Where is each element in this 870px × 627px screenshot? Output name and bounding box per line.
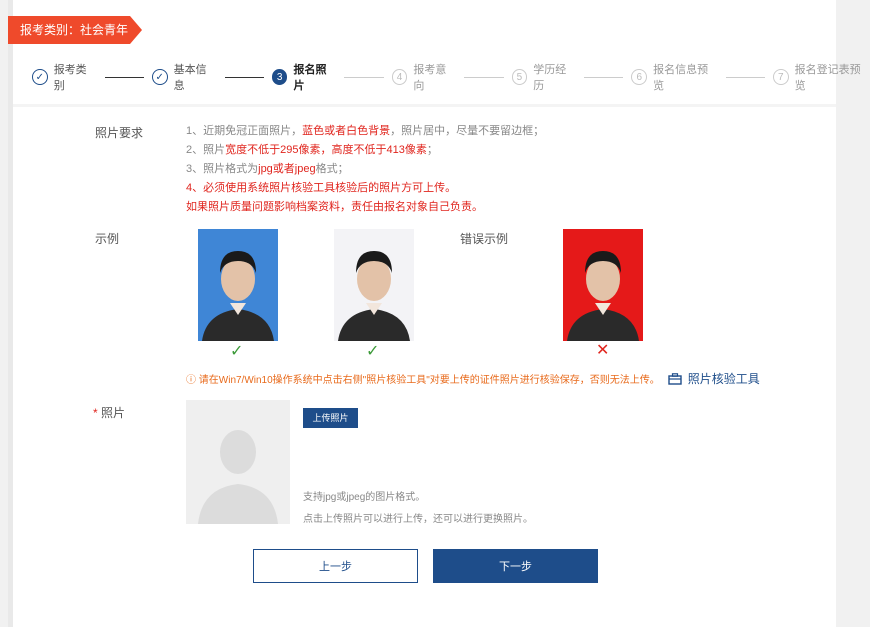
step-connector bbox=[725, 76, 765, 78]
example-photo-red bbox=[563, 229, 643, 341]
step-number: 7 bbox=[772, 69, 789, 85]
step-label: 学历经历 bbox=[533, 64, 567, 92]
avatar-placeholder-icon bbox=[198, 430, 278, 524]
requirements-list: 1、近期免冠正面照片，蓝色或者白色背景，照片居中，尽量不要留边框； 2、照片宽度… bbox=[186, 122, 544, 217]
step-7: 7 报名登记表预览 bbox=[772, 61, 870, 93]
step-number: 4 bbox=[391, 69, 408, 85]
check-icon: ✓ bbox=[32, 69, 48, 85]
step-connector bbox=[584, 76, 624, 78]
requirement-1: 1、近期免冠正面照片，蓝色或者白色背景，照片居中，尽量不要留边框； bbox=[186, 125, 545, 137]
step-label: 报考意向 bbox=[413, 64, 447, 92]
step-1[interactable]: ✓ 报考类别 bbox=[32, 61, 97, 93]
step-number: 5 bbox=[511, 69, 528, 85]
main-panel bbox=[8, 0, 836, 627]
next-step-button[interactable]: 下一步 bbox=[433, 549, 598, 583]
step-5: 5 学历经历 bbox=[511, 61, 577, 93]
step-label: 报名照片 bbox=[293, 64, 327, 92]
step-number: 3 bbox=[271, 69, 288, 85]
warning-text: ⓘ 请在Win7/Win10操作系统中点击右侧"照片核验工具"对要上传的证件照片… bbox=[186, 375, 660, 386]
step-connector bbox=[344, 76, 384, 78]
example-photo-blue bbox=[198, 229, 278, 341]
step-connector bbox=[464, 76, 504, 78]
cross-mark-icon: ✕ bbox=[596, 342, 610, 359]
verify-warning: ⓘ 请在Win7/Win10操作系统中点击右侧"照片核验工具"对要上传的证件照片… bbox=[186, 370, 760, 387]
format-hint: 支持jpg或jpeg的图片格式。 bbox=[303, 492, 426, 503]
step-6: 6 报名信息预览 bbox=[631, 61, 717, 93]
step-2[interactable]: ✓ 基本信息 bbox=[151, 61, 217, 93]
example-label: 示例 bbox=[95, 232, 120, 246]
photo-verify-tool-link[interactable]: 照片核验工具 bbox=[668, 370, 760, 387]
left-scroll-track bbox=[8, 0, 13, 627]
step-connector bbox=[104, 76, 144, 78]
step-label: 报名登记表预览 bbox=[794, 64, 861, 92]
step-label: 基本信息 bbox=[173, 64, 207, 92]
requirements-label: 照片要求 bbox=[95, 126, 144, 140]
check-icon: ✓ bbox=[151, 69, 168, 85]
photo-label: * 照片 bbox=[93, 406, 126, 420]
step-label: 报名信息预览 bbox=[653, 64, 709, 92]
check-mark-icon: ✓ bbox=[366, 343, 380, 360]
upload-photo-button[interactable]: 上传照片 bbox=[303, 408, 358, 428]
check-mark-icon: ✓ bbox=[230, 343, 244, 360]
prev-step-button[interactable]: 上一步 bbox=[253, 549, 418, 583]
requirement-3: 3、照片格式为jpg或者jpeg格式； bbox=[186, 163, 349, 175]
step-label: 报考类别 bbox=[53, 64, 87, 92]
step-number: 6 bbox=[631, 69, 648, 85]
responsibility-note: 如果照片质量问题影响档案资料，责任由报名对象自己负责。 bbox=[186, 201, 483, 213]
step-3[interactable]: 3 报名照片 bbox=[271, 61, 337, 93]
photo-preview bbox=[186, 400, 290, 524]
replace-hint: 点击上传照片可以进行上传，还可以进行更换照片。 bbox=[303, 514, 533, 525]
header-divider bbox=[13, 104, 836, 107]
step-connector bbox=[224, 76, 264, 78]
step-4: 4 报考意向 bbox=[391, 61, 457, 93]
category-ribbon: 报考类别：社会青年 bbox=[8, 16, 142, 44]
toolbox-icon bbox=[668, 372, 682, 385]
example-photo-white bbox=[334, 229, 414, 341]
requirement-4: 4、必须使用系统照片核验工具核验后的照片方可上传。 bbox=[186, 182, 457, 194]
requirement-2: 2、照片宽度不低于295像素，高度不低于413像素； bbox=[186, 144, 438, 156]
step-progress: ✓ 报考类别 ✓ 基本信息 3 报名照片 4 报考意向 5 学历经历 6 报名信… bbox=[32, 64, 870, 92]
wrong-example-label: 错误示例 bbox=[460, 232, 509, 246]
